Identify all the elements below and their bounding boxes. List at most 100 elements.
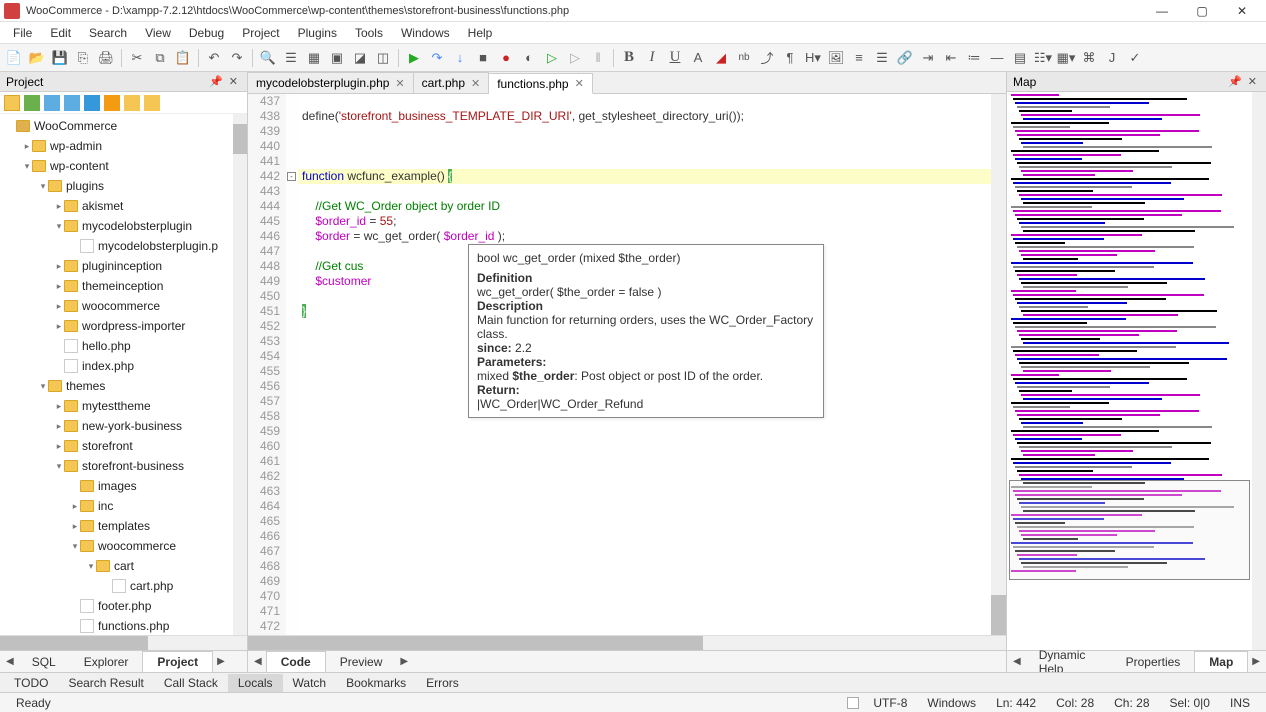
- save-all-icon[interactable]: ⎘: [73, 48, 93, 68]
- expand-icon[interactable]: ▸: [54, 276, 64, 296]
- bottom-tab-todo[interactable]: TODO: [4, 674, 58, 692]
- save-icon[interactable]: 💾: [50, 48, 70, 68]
- editor-tab[interactable]: mycodelobsterplugin.php✕: [248, 72, 414, 93]
- tab-nav-left[interactable]: ◀: [1009, 656, 1025, 667]
- bottom-tab-call-stack[interactable]: Call Stack: [154, 674, 228, 692]
- undo-icon[interactable]: ↶: [204, 48, 224, 68]
- expand-icon[interactable]: ▾: [38, 176, 48, 196]
- expand-icon[interactable]: ▸: [54, 256, 64, 276]
- close-button[interactable]: ✕: [1222, 4, 1262, 18]
- tree-node[interactable]: ▸wp-admin: [2, 136, 245, 156]
- debug1-icon[interactable]: ◐: [519, 48, 539, 68]
- tree-node[interactable]: ▾cart: [2, 556, 245, 576]
- tool4-icon[interactable]: ◫: [373, 48, 393, 68]
- tab-nav-right[interactable]: ▶: [213, 656, 229, 667]
- tree-node[interactable]: images: [2, 476, 245, 496]
- align-left-icon[interactable]: ≡: [849, 48, 869, 68]
- tree-node[interactable]: ▸wordpress-importer: [2, 316, 245, 336]
- expand-icon[interactable]: ▸: [54, 316, 64, 336]
- nbsp-icon[interactable]: nb: [734, 48, 754, 68]
- map-close-icon[interactable]: ✕: [1245, 75, 1260, 88]
- expand-icon[interactable]: ▾: [38, 376, 48, 396]
- tree-node[interactable]: hello.php: [2, 336, 245, 356]
- step-over-icon[interactable]: ↷: [427, 48, 447, 68]
- status-ins[interactable]: INS: [1220, 696, 1260, 710]
- map-vscroll[interactable]: [1252, 92, 1266, 650]
- bottom-tab-search-result[interactable]: Search Result: [58, 674, 153, 692]
- tree-node[interactable]: ▸storefront: [2, 436, 245, 456]
- tree-node[interactable]: ▸themeinception: [2, 276, 245, 296]
- stop-icon[interactable]: ■: [473, 48, 493, 68]
- status-encoding[interactable]: UTF-8: [863, 696, 917, 710]
- tree-node[interactable]: functions.php: [2, 616, 245, 635]
- color-icon[interactable]: ◢: [711, 48, 731, 68]
- expand-icon[interactable]: ▸: [54, 416, 64, 436]
- list2-icon[interactable]: ☷▾: [1033, 48, 1053, 68]
- tab-project[interactable]: Project: [142, 651, 213, 672]
- tab-close-icon[interactable]: ✕: [395, 77, 404, 90]
- pt-refresh-icon[interactable]: [104, 95, 120, 111]
- paragraph-icon[interactable]: ¶: [780, 48, 800, 68]
- bottom-tab-locals[interactable]: Locals: [228, 674, 283, 692]
- editor-tab[interactable]: cart.php✕: [414, 72, 490, 93]
- copy-icon[interactable]: ⧉: [150, 48, 170, 68]
- editor-vscroll[interactable]: [991, 94, 1006, 635]
- menu-project[interactable]: Project: [233, 23, 288, 43]
- font-icon[interactable]: A: [688, 48, 708, 68]
- menu-help[interactable]: Help: [459, 23, 502, 43]
- minimap-viewport[interactable]: [1009, 480, 1250, 580]
- tab-nav-right[interactable]: ▶: [396, 656, 412, 667]
- step-icon[interactable]: ▷: [565, 48, 585, 68]
- tool3-icon[interactable]: ◪: [350, 48, 370, 68]
- tree-node[interactable]: mycodelobsterplugin.p: [2, 236, 245, 256]
- underline-icon[interactable]: U: [665, 48, 685, 68]
- editor-hscroll[interactable]: [248, 635, 1006, 650]
- tool-icon[interactable]: ▦: [304, 48, 324, 68]
- expand-icon[interactable]: ▸: [22, 136, 32, 156]
- map-pin-icon[interactable]: 📌: [1225, 75, 1245, 88]
- align-center-icon[interactable]: ☰: [872, 48, 892, 68]
- tree-node[interactable]: ▾woocommerce: [2, 536, 245, 556]
- heading-icon[interactable]: H▾: [803, 48, 823, 68]
- italic-icon[interactable]: I: [642, 48, 662, 68]
- tab-nav-left[interactable]: ◀: [250, 656, 266, 667]
- editor-tab[interactable]: functions.php✕: [489, 73, 593, 94]
- tree-node[interactable]: ▸templates: [2, 516, 245, 536]
- expand-icon[interactable]: ▾: [54, 456, 64, 476]
- project-tree[interactable]: WooCommerce▸wp-admin▾wp-content▾plugins▸…: [0, 114, 247, 635]
- tree-node[interactable]: ▾storefront-business: [2, 456, 245, 476]
- table-icon[interactable]: ▦▾: [1056, 48, 1076, 68]
- link-icon[interactable]: 🔗: [895, 48, 915, 68]
- hr-icon[interactable]: —: [987, 48, 1007, 68]
- tab-properties[interactable]: Properties: [1112, 652, 1195, 672]
- expand-icon[interactable]: ▾: [54, 216, 64, 236]
- bottom-tab-bookmarks[interactable]: Bookmarks: [336, 674, 416, 692]
- status-platform[interactable]: Windows: [917, 696, 986, 710]
- script-icon[interactable]: ⌘: [1079, 48, 1099, 68]
- expand-icon[interactable]: ▾: [86, 556, 96, 576]
- tree-node[interactable]: index.php: [2, 356, 245, 376]
- paste-icon[interactable]: 📋: [173, 48, 193, 68]
- tree-node[interactable]: ▸akismet: [2, 196, 245, 216]
- menu-tools[interactable]: Tools: [346, 23, 392, 43]
- list-icon[interactable]: ≔: [964, 48, 984, 68]
- outdent-icon[interactable]: ⇤: [941, 48, 961, 68]
- tree-node[interactable]: cart.php: [2, 576, 245, 596]
- js-icon[interactable]: J: [1102, 48, 1122, 68]
- tree-node[interactable]: ▾plugins: [2, 176, 245, 196]
- tab-close-icon[interactable]: ✕: [471, 77, 480, 90]
- expand-icon[interactable]: ▾: [22, 156, 32, 176]
- menu-search[interactable]: Search: [80, 23, 136, 43]
- image-icon[interactable]: 🖼: [826, 48, 846, 68]
- tree-node[interactable]: ▸inc: [2, 496, 245, 516]
- tree-node[interactable]: ▸new-york-business: [2, 416, 245, 436]
- panel-close-icon[interactable]: ✕: [226, 75, 241, 88]
- tree-scrollbar[interactable]: [233, 114, 247, 635]
- pt-copy-icon[interactable]: [44, 95, 60, 111]
- pt-add-icon[interactable]: [24, 95, 40, 111]
- tree-node[interactable]: ▸woocommerce: [2, 296, 245, 316]
- tree-node[interactable]: ▾themes: [2, 376, 245, 396]
- anchor-icon[interactable]: ⤴: [757, 48, 777, 68]
- expand-icon[interactable]: ▸: [70, 516, 80, 536]
- menu-windows[interactable]: Windows: [392, 23, 459, 43]
